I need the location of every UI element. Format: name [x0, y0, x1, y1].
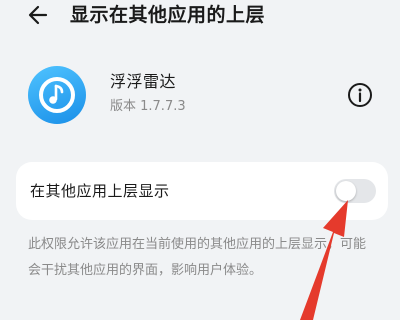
app-info-button[interactable]	[347, 82, 373, 108]
page-title: 显示在其他应用的上层	[70, 4, 266, 26]
toggle-knob	[336, 181, 356, 201]
overlay-toggle-switch[interactable]	[334, 179, 376, 203]
header: 显示在其他应用的上层	[0, 0, 400, 40]
back-button[interactable]	[26, 2, 52, 28]
overlay-setting-card: 在其他应用上层显示	[16, 162, 388, 220]
app-name: 浮浮雷达	[110, 72, 177, 91]
app-version: 版本 1.7.7.3	[110, 99, 186, 114]
music-note-icon	[49, 84, 64, 104]
app-info: 浮浮雷达 版本 1.7.7.3	[0, 60, 400, 132]
back-arrow-icon	[28, 5, 48, 25]
app-icon	[28, 66, 86, 124]
overlay-permission-page: 显示在其他应用的上层 浮浮雷达 版本 1.7.7.3 在其他应用上层显示 此权限…	[0, 0, 400, 320]
info-icon	[348, 83, 372, 107]
permission-description: 此权限允许该应用在当前使用的其他应用的上层显示，可能会干扰其他应用的界面，影响用…	[28, 237, 367, 278]
overlay-setting-label: 在其他应用上层显示	[30, 182, 170, 200]
